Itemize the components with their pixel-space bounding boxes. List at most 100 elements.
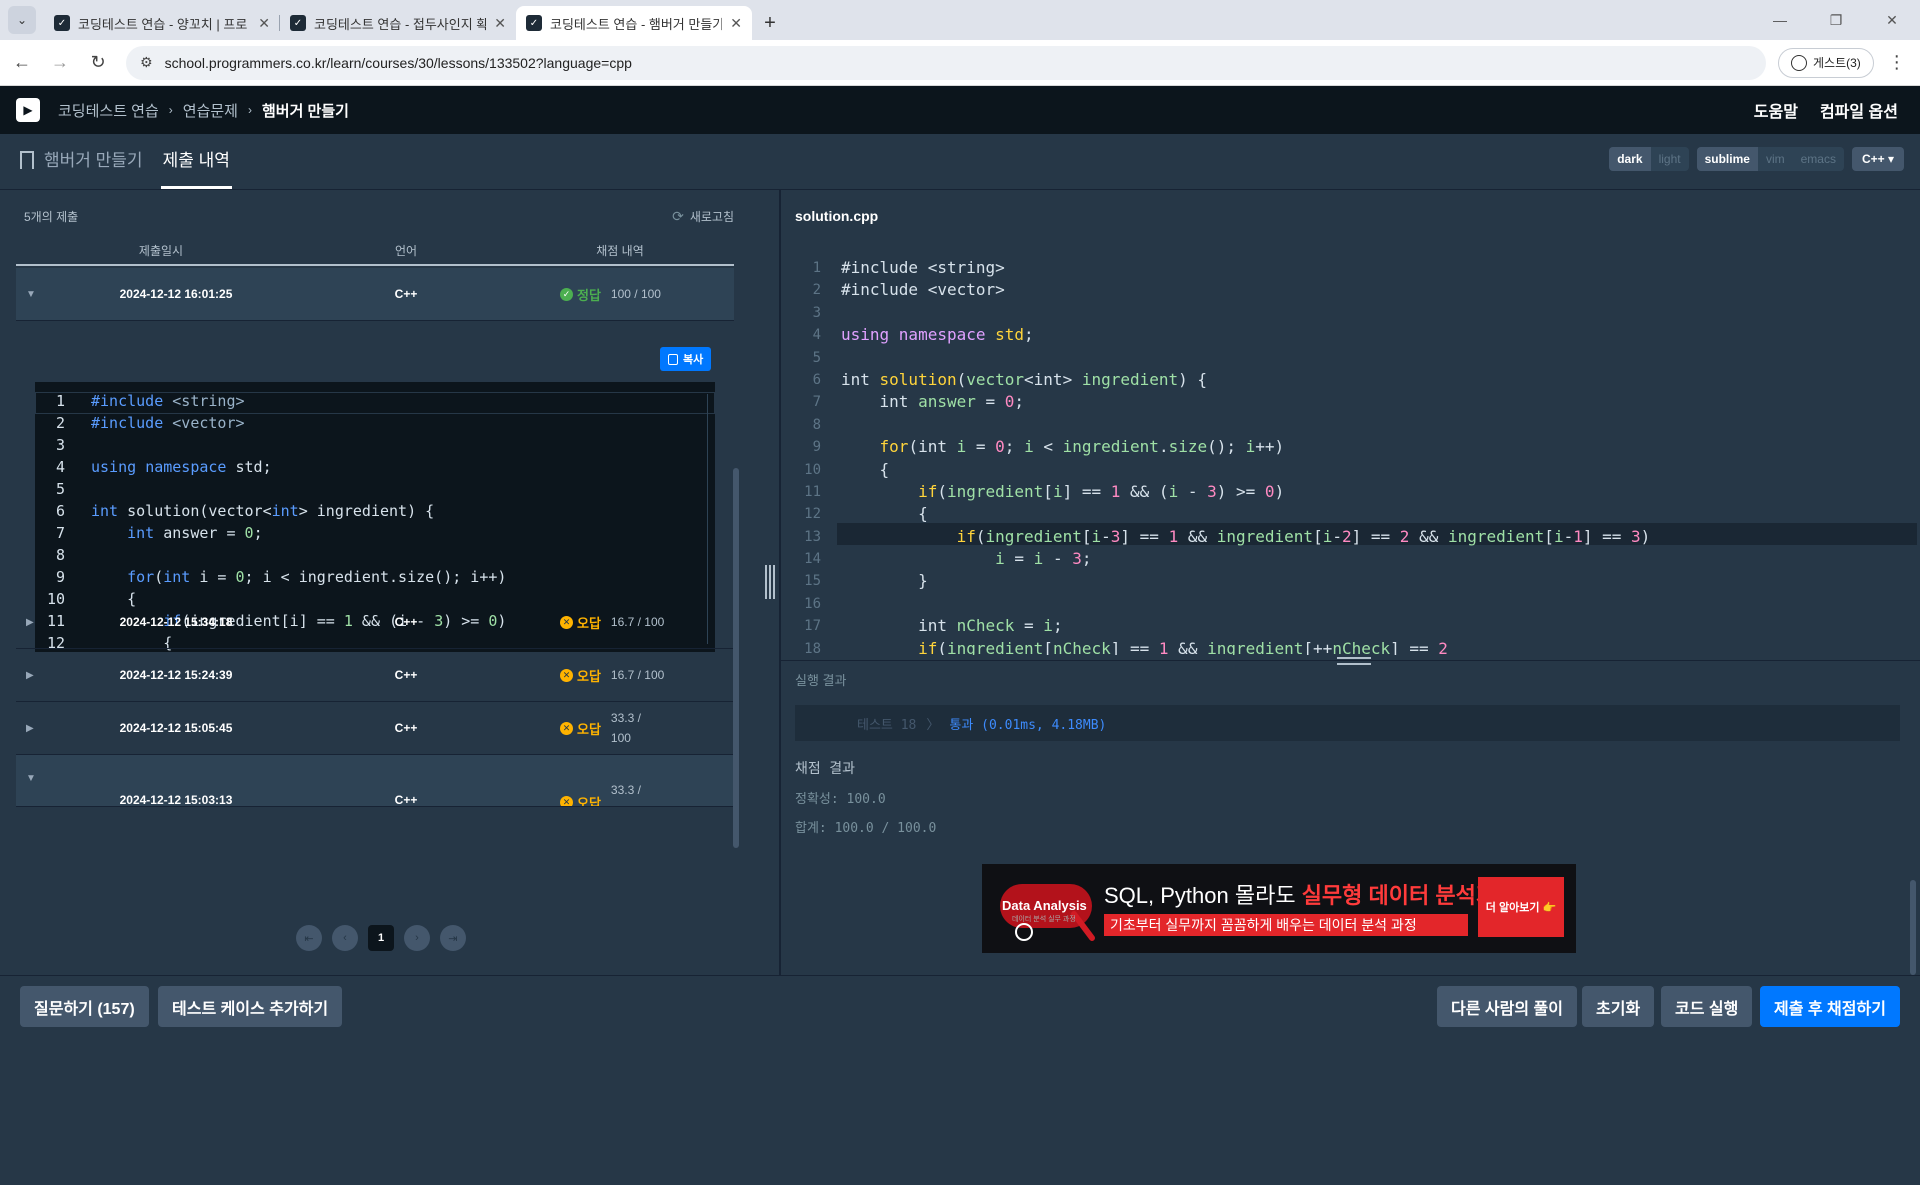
code-line: 3	[55, 436, 65, 454]
editor-line: 17 int nCheck = i;	[804, 616, 1063, 636]
collapse-triangle-icon[interactable]: ▼	[26, 289, 46, 300]
reload-icon[interactable]: ↻	[82, 47, 114, 79]
app-header: ▶ 코딩테스트 연습 › 연습문제 › 햄버거 만들기 도움말 컴파일 옵션	[0, 86, 1920, 134]
run-results-title: 실행 결과	[795, 673, 847, 688]
minimize-icon[interactable]: —	[1752, 12, 1808, 28]
editor-line: 1 #include <string>	[812, 258, 1005, 277]
submission-result: 오답	[577, 796, 601, 807]
left-scrollbar[interactable]	[733, 468, 739, 848]
first-page-icon[interactable]: ⇤	[296, 925, 322, 951]
language-select[interactable]: C++ ▾	[1851, 147, 1904, 171]
editor-line: 5	[812, 349, 821, 366]
reset-button[interactable]: 초기화	[1582, 986, 1655, 1027]
new-tab-plus-icon[interactable]: +	[756, 9, 784, 37]
editor-line: 8	[812, 416, 821, 433]
help-link[interactable]: 도움말	[1754, 98, 1798, 122]
x-circle-icon: ✕	[560, 615, 573, 629]
close-tab-icon[interactable]: ✕	[258, 15, 270, 32]
breadcrumb-item[interactable]: 연습문제	[183, 100, 238, 121]
keymap-emacs-option[interactable]: emacs	[1793, 147, 1844, 171]
editor-line: 12 {	[804, 504, 928, 524]
prev-page-icon[interactable]: ‹	[332, 925, 358, 951]
submission-score: 33.3 / 100	[610, 711, 641, 745]
ad-learn-more-button[interactable]: 더 알아보기 👉	[1478, 877, 1564, 937]
compile-options-link[interactable]: 컴파일 옵션	[1820, 98, 1898, 122]
ad-headline: SQL, Python 몰라도 실무형 데이터 분석가	[1104, 883, 1497, 908]
code-line: 7 int answer = 0;	[55, 524, 263, 542]
bookmark-icon[interactable]	[20, 151, 34, 169]
breadcrumb-item[interactable]: 코딩테스트 연습	[58, 100, 159, 121]
keymap-vim-option[interactable]: vim	[1758, 147, 1793, 171]
run-code-button[interactable]: 코드 실행	[1661, 986, 1753, 1027]
editor-line: 13 if(ingredient[i-3] == 1 && ingredient…	[804, 526, 1651, 546]
results-scrollbar[interactable]	[1910, 880, 1916, 975]
page-number[interactable]: 1	[368, 925, 394, 951]
submission-row[interactable]: ▶ 2024-12-12 15:34:18 C++ ✕ 오답 16.7 / 10…	[16, 596, 734, 649]
theme-dark-option[interactable]: dark	[1609, 147, 1651, 171]
window-controls: — ❐ ✕	[1752, 0, 1920, 40]
submission-date: 2024-12-12 15:05:45	[119, 721, 233, 735]
copy-label: 복사	[683, 354, 704, 366]
browser-tab-1[interactable]: ✓ 코딩테스트 연습 - 양꼬치 | 프로 ✕	[44, 6, 280, 40]
url-input[interactable]: ⚙ school.programmers.co.kr/learn/courses…	[126, 45, 1766, 80]
restore-icon[interactable]: ❐	[1808, 12, 1864, 29]
tab-title: 코딩테스트 연습 - 접두사인지 확	[314, 16, 487, 32]
browser-tab-3[interactable]: ✓ 코딩테스트 연습 - 햄버거 만들기 ✕	[516, 6, 752, 40]
theme-light-option[interactable]: light	[1651, 147, 1689, 171]
code-line: 6 int solution(vector<int> ingredient) {	[55, 502, 435, 520]
add-test-case-button[interactable]: 테스트 케이스 추가하기	[158, 986, 343, 1027]
profile-button[interactable]: 게스트(3)	[1778, 47, 1874, 78]
browser-menu-icon[interactable]: ⋮	[1888, 52, 1906, 73]
forward-arrow-icon[interactable]: →	[44, 47, 76, 79]
close-window-icon[interactable]: ✕	[1864, 12, 1920, 29]
submission-row[interactable]: ▶ 2024-12-12 15:24:39 C++ ✕ 오답 16.7 / 10…	[16, 649, 734, 702]
editor-line: 2 #include <vector>	[812, 280, 1005, 300]
splitter-handle-icon[interactable]	[765, 565, 775, 599]
tab-problem[interactable]: 햄버거 만들기	[42, 146, 145, 189]
splitter-handle-icon[interactable]	[1337, 657, 1371, 665]
editor-panel: solution.cpp 1 #include <string> 2 #includ…	[781, 190, 1920, 975]
expand-triangle-icon[interactable]: ▶	[26, 723, 46, 734]
check-circle-icon: ✓	[560, 287, 573, 301]
breadcrumb-current: 햄버거 만들기	[261, 102, 349, 120]
expand-triangle-icon[interactable]: ▶	[26, 617, 46, 628]
close-tab-icon[interactable]: ✕	[494, 15, 506, 32]
submission-row[interactable]: ▶ 2024-12-12 15:05:45 C++ ✕ 오답 33.3 / 10…	[16, 702, 734, 755]
submission-result: 오답	[577, 721, 601, 737]
language-select-value: C++	[1861, 152, 1885, 166]
submission-language: C++	[394, 721, 418, 735]
collapse-triangle-icon[interactable]: ▼	[26, 773, 46, 784]
submit-button[interactable]: 제출 후 채점하기	[1760, 986, 1900, 1027]
submission-row[interactable]: ▼ 2024-12-12 15:03:13 C++ ✕ 오답 33.3 /	[16, 755, 734, 807]
advertisement-banner[interactable]: Data Analysis 데이터 분석 실무 과정 SQL, Python 몰…	[982, 864, 1576, 953]
editor-line: 4 using namespace std;	[812, 325, 1034, 345]
tab-submissions[interactable]: 제출 내역	[160, 146, 232, 189]
submission-result: 오답	[577, 615, 601, 631]
submission-language: C++	[394, 287, 418, 301]
x-circle-icon: ✕	[560, 668, 573, 682]
code-line: 4 using namespace std;	[55, 458, 272, 476]
programmers-logo-icon[interactable]: ▶	[16, 98, 40, 122]
tab-search-icon[interactable]: ⌄	[8, 6, 36, 34]
submissions-table-header: 제출일시 언어 채점 내역	[16, 236, 734, 266]
last-page-icon[interactable]: ⇥	[440, 925, 466, 951]
submission-language: C++	[394, 615, 418, 629]
submission-row[interactable]: ▼ 2024-12-12 16:01:25 C++ ✓ 정답 100 / 100	[16, 268, 734, 321]
ask-question-button[interactable]: 질문하기 (157)	[20, 986, 149, 1027]
x-circle-icon: ✕	[560, 721, 573, 735]
close-tab-icon[interactable]: ✕	[730, 15, 742, 32]
site-settings-icon[interactable]: ⚙	[140, 54, 153, 71]
expand-triangle-icon[interactable]: ▶	[26, 670, 46, 681]
editor-line: 15 }	[804, 571, 928, 591]
keymap-sublime-option[interactable]: sublime	[1696, 147, 1758, 171]
back-arrow-icon[interactable]: ←	[6, 47, 38, 79]
browser-tab-2[interactable]: ✓ 코딩테스트 연습 - 접두사인지 확 ✕	[280, 6, 516, 40]
submission-score: 16.7 / 100	[610, 668, 665, 682]
others-solutions-button[interactable]: 다른 사람의 풀이	[1437, 986, 1577, 1027]
ad-badge-subtext: 데이터 분석 실무 과정	[1012, 916, 1076, 923]
copy-button[interactable]: 복사	[660, 347, 712, 371]
code-editor[interactable]: 1 #include <string> 2 #include <vector> 3 …	[795, 245, 1920, 655]
code-line: 9 for(int i = 0; i < ingredient.size(); …	[55, 568, 507, 586]
refresh-button[interactable]: ⟳ 새로고침	[672, 208, 734, 225]
next-page-icon[interactable]: ›	[404, 925, 430, 951]
